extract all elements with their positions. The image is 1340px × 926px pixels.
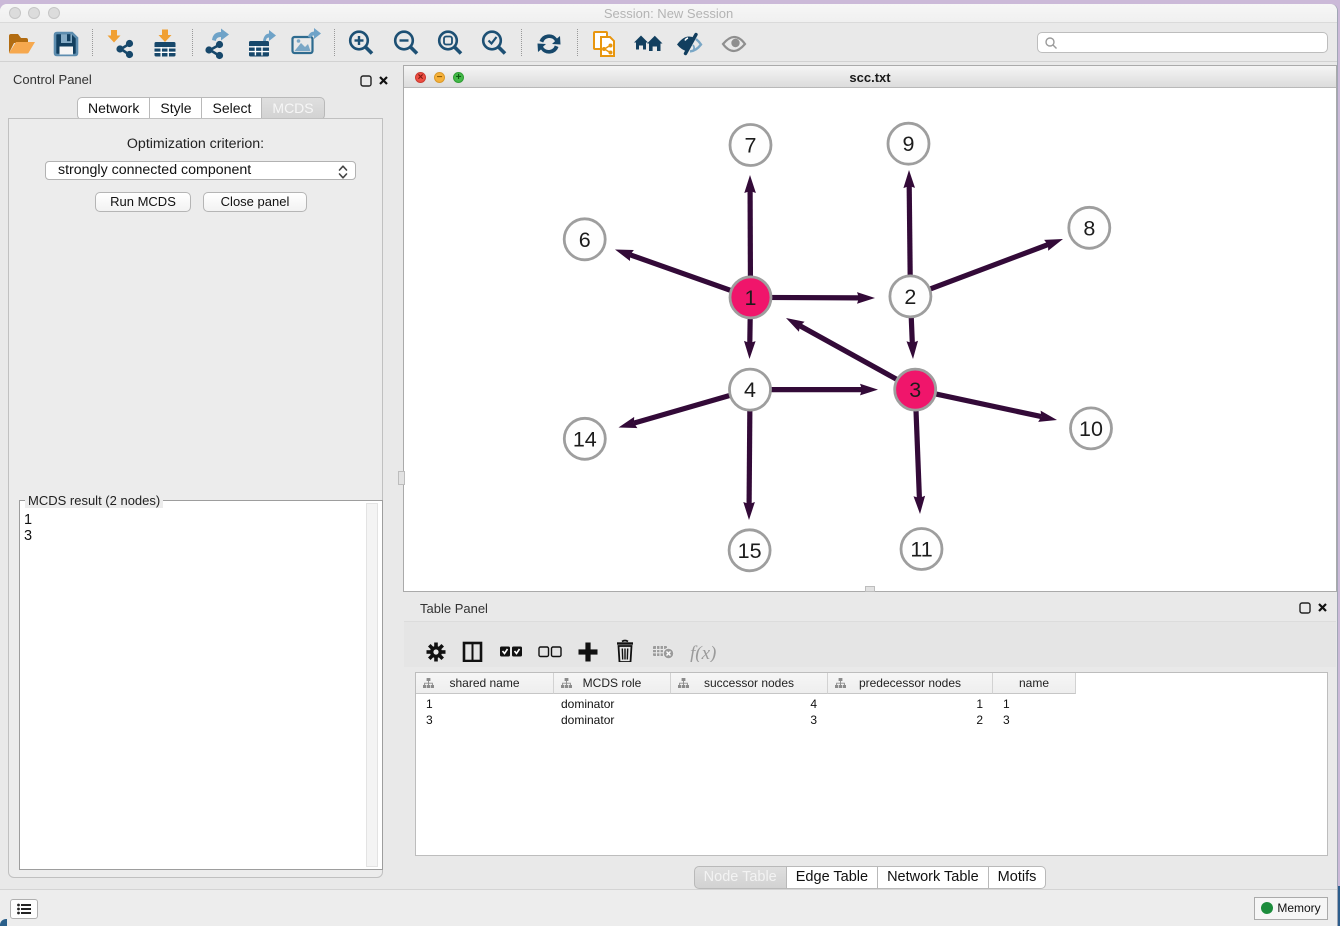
svg-text:4: 4 (744, 378, 756, 402)
svg-text:6: 6 (579, 228, 591, 252)
svg-text:1: 1 (745, 286, 757, 310)
svg-text:11: 11 (910, 538, 932, 562)
svg-text:2: 2 (904, 285, 916, 309)
svg-text:14: 14 (573, 427, 597, 451)
svg-text:8: 8 (1083, 216, 1095, 240)
svg-text:3: 3 (909, 378, 921, 402)
svg-text:7: 7 (745, 134, 757, 158)
svg-text:15: 15 (738, 539, 762, 563)
svg-text:10: 10 (1079, 417, 1103, 441)
svg-text:9: 9 (903, 132, 915, 156)
svg-text:f(x): f(x) (690, 643, 716, 662)
